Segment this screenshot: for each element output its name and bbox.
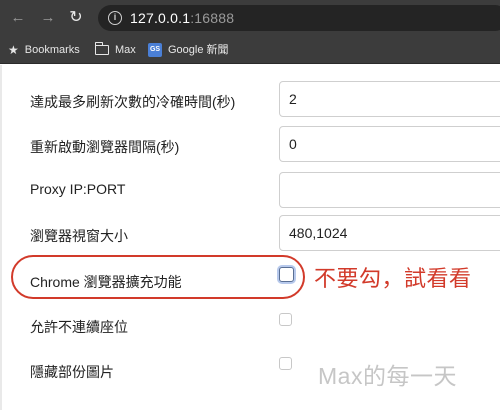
annotation-text: 不要勾，試看看 [314,266,472,291]
google-news-icon: GS [148,43,162,57]
reload-icon[interactable]: ↻ [66,8,86,28]
cooldown-time-label: 達成最多刷新次數的冷確時間(秒) [30,94,236,110]
restart-interval-label: 重新啟動瀏覽器間隔(秒) [30,139,180,155]
browser-toolbar: ← → ↻ i 127.0.0.1:16888 [0,0,500,36]
chrome-extension-label: Chrome 瀏覽器擴充功能 [30,274,182,290]
left-edge-divider [0,65,2,410]
bookmark-item-bookmarks[interactable]: ★ Bookmarks [8,42,80,58]
settings-page: 達成最多刷新次數的冷確時間(秒) 重新啟動瀏覽器間隔(秒) Proxy IP:P… [0,65,500,410]
bookmark-item-google-news[interactable]: GS Google 新聞 [148,42,229,58]
folder-icon [95,42,109,55]
proxy-input[interactable] [279,172,500,208]
window-size-label: 瀏覽器視窗大小 [30,228,128,244]
hide-images-checkbox[interactable] [279,357,292,370]
star-icon: ★ [8,43,19,57]
forward-arrow-icon[interactable]: → [38,8,58,28]
chrome-extension-checkbox[interactable] [279,267,294,282]
bookmark-label: Bookmarks [24,44,80,56]
back-arrow-icon[interactable]: ← [8,8,28,28]
restart-interval-input[interactable] [279,126,500,162]
non-continuous-seat-label: 允許不連續座位 [30,319,128,335]
bookmark-label: Google 新聞 [168,44,229,56]
bookmark-label: Max [115,44,136,56]
bookmark-item-max[interactable]: Max [95,42,136,58]
url-text: 127.0.0.1:16888 [130,10,235,26]
cooldown-time-input[interactable] [279,81,500,117]
non-continuous-seat-checkbox[interactable] [279,313,292,326]
site-info-icon[interactable]: i [108,11,122,25]
watermark: Max的每一天 [318,363,457,389]
hide-images-label: 隱藏部份圖片 [30,364,114,380]
address-bar[interactable]: i 127.0.0.1:16888 [98,5,500,31]
window-size-input[interactable] [279,215,500,251]
bookmarks-bar: ★ Bookmarks Max GS Google 新聞 [0,36,500,64]
proxy-label: Proxy IP:PORT [30,181,126,197]
